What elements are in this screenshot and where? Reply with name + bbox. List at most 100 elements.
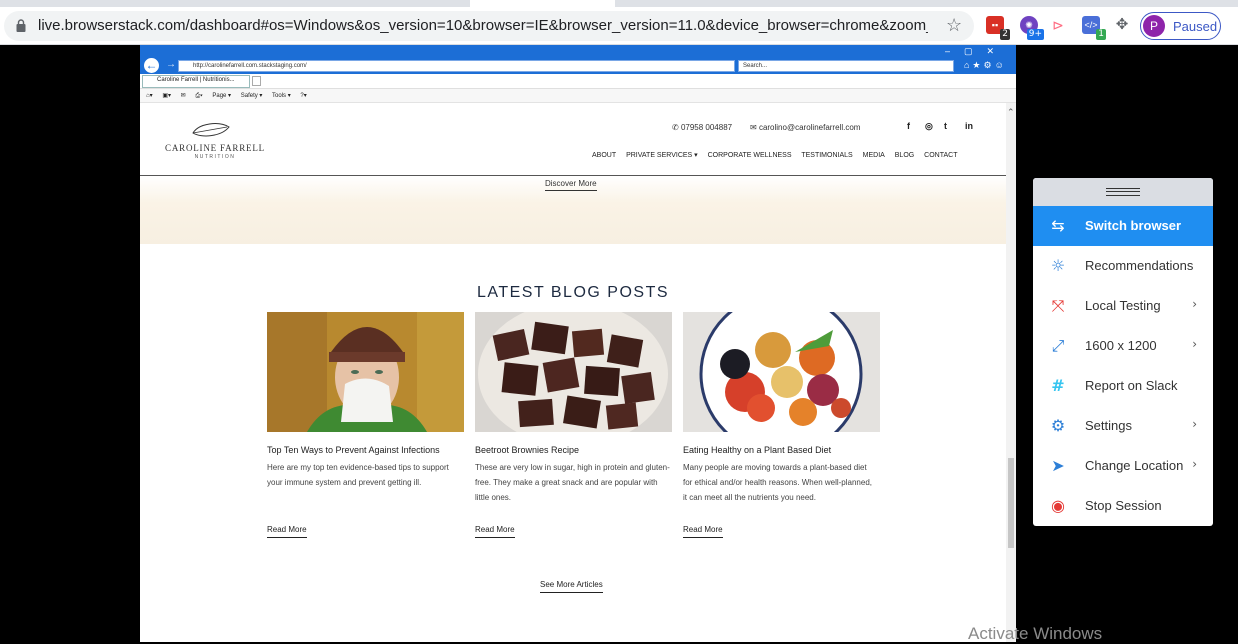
chevron-right-icon: › (1192, 297, 1197, 311)
drag-handle-icon (1106, 188, 1140, 196)
ie-titlebar: –▢✕ ← → http://carolinefarrell.com.stack… (140, 45, 1016, 74)
menu-item-label: Settings (1085, 418, 1132, 433)
nav-about[interactable]: ABOUT (592, 152, 616, 159)
tools-menu[interactable]: Tools ▾ (272, 93, 291, 99)
ie-new-tab-button[interactable] (252, 76, 261, 86)
email-address: carolino@carolinefarrell.com (758, 123, 861, 132)
instagram-icon[interactable]: ◎ (925, 121, 933, 132)
extension-red-icon[interactable]: ▪▪ 2 (986, 16, 1010, 40)
local-testing-button[interactable]: ⤧ Local Testing › (1033, 286, 1213, 326)
location-icon: ➤ (1051, 456, 1065, 475)
chevron-right-icon: › (1192, 417, 1197, 431)
safety-menu[interactable]: Safety ▾ (241, 93, 263, 99)
nav-contact[interactable]: CONTACT (924, 152, 957, 159)
window-controls[interactable]: –▢✕ (945, 46, 1008, 57)
activate-windows-watermark: Activate Windows (968, 624, 1103, 643)
address-bar[interactable]: live.browserstack.com/dashboard#os=Windo… (4, 11, 974, 41)
menu-item-label: Change Location (1085, 458, 1184, 473)
page-menu[interactable]: Page ▾ (212, 93, 231, 99)
print-icon[interactable]: ⎙▾ (195, 93, 202, 99)
menu-item-label: Local Testing (1085, 298, 1161, 313)
menu-item-label: 1600 x 1200 (1085, 338, 1157, 353)
active-tab[interactable] (470, 0, 615, 7)
menu-item-label: Report on Slack (1085, 378, 1178, 393)
forward-arrow-icon[interactable]: → (166, 59, 176, 70)
extension-purple-icon[interactable]: ✺ 9+ (1020, 16, 1044, 40)
slack-icon: # (1051, 376, 1065, 395)
extensions-puzzle-icon[interactable]: ✥ (1113, 16, 1131, 34)
back-arrow-icon[interactable]: ← (144, 58, 159, 73)
extension-badge: 1 (1096, 29, 1106, 40)
nav-testimonials[interactable]: TESTIMONIALS (801, 152, 852, 159)
switch-icon: ⇆ (1051, 216, 1065, 235)
mail-icon[interactable]: ✉ (181, 93, 186, 99)
blog-post-card: Top Ten Ways to Prevent Against Infectio… (267, 312, 464, 538)
post-image-plant-based[interactable] (683, 312, 880, 432)
post-title[interactable]: Eating Healthy on a Plant Based Diet (683, 445, 880, 455)
nav-corporate-wellness[interactable]: CORPORATE WELLNESS (708, 152, 792, 159)
mail-icon: ✉ (750, 123, 759, 132)
twitter-icon[interactable]: t (944, 121, 947, 131)
settings-button[interactable]: ⚙ Settings › (1033, 406, 1213, 446)
read-more-link[interactable]: Read More (267, 525, 307, 538)
ie-tab[interactable]: Caroline Farrell | Nutritionis... (142, 75, 250, 88)
scroll-up-icon[interactable]: ⌃ (1007, 107, 1015, 118)
profile-button[interactable]: P Paused (1140, 12, 1221, 40)
feeds-icon[interactable]: ▣▾ (162, 93, 171, 99)
ie-address-field[interactable]: http://carolinefarrell.com.stackstaging.… (178, 60, 735, 72)
url-text[interactable]: live.browserstack.com/dashboard#os=Windo… (38, 17, 928, 34)
ie-tab-title: Caroline Farrell | Nutritionis... (157, 77, 235, 83)
report-on-slack-button[interactable]: # Report on Slack (1033, 366, 1213, 406)
email-contact[interactable]: ✉ carolino@carolinefarrell.com (750, 123, 860, 132)
leaf-logo-icon (192, 123, 230, 137)
extension-badge: 9+ (1026, 29, 1044, 40)
stop-session-button[interactable]: ◉ Stop Session (1033, 486, 1213, 526)
switch-browser-button[interactable]: ⇆ Switch browser (1033, 206, 1213, 246)
extension-blue-icon[interactable]: </> 1 (1082, 16, 1106, 40)
menu-item-label: Stop Session (1085, 498, 1162, 513)
read-more-link[interactable]: Read More (475, 525, 515, 538)
bulb-icon: ☼ (1050, 256, 1066, 275)
blog-post-card: Beetroot Brownies Recipe These are very … (475, 312, 672, 538)
home-icon[interactable]: ⌂▾ (146, 93, 153, 99)
post-image-brownies[interactable] (475, 312, 672, 432)
extension-pink-icon[interactable]: ⊳ (1049, 16, 1067, 34)
ie-toolbar-icons[interactable]: ⌂★⚙☺ (964, 60, 1007, 71)
read-more-link[interactable]: Read More (683, 525, 723, 538)
nav-private-services[interactable]: PRIVATE SERVICES ▾ (626, 152, 698, 159)
post-title[interactable]: Beetroot Brownies Recipe (475, 445, 672, 455)
site-nav: ABOUT PRIVATE SERVICES ▾ CORPORATE WELLN… (592, 151, 965, 159)
chevron-right-icon: › (1192, 457, 1197, 471)
discover-more-link[interactable]: Discover More (545, 179, 597, 191)
post-image-infections[interactable] (267, 312, 464, 432)
tab-strip (0, 0, 1238, 7)
menu-item-label: Switch browser (1085, 218, 1182, 233)
resolution-button[interactable]: ⤢ 1600 x 1200 › (1033, 326, 1213, 366)
nav-blog[interactable]: BLOG (895, 152, 914, 159)
scrollbar-thumb[interactable] (1008, 458, 1014, 548)
facebook-icon[interactable]: f (907, 121, 910, 131)
see-more-articles-link[interactable]: See More Articles (540, 580, 603, 593)
remote-session-view[interactable]: –▢✕ ← → http://carolinefarrell.com.stack… (140, 45, 1016, 642)
lock-icon[interactable] (16, 19, 26, 32)
nav-media[interactable]: MEDIA (863, 152, 885, 159)
post-excerpt: These are very low in sugar, high in pro… (475, 463, 670, 502)
ie-command-bar: ⌂▾ ▣▾ ✉ ⎙▾ Page ▾ Safety ▾ Tools ▾ ?▾ (140, 89, 1016, 103)
ie-search-field[interactable]: Search... (738, 60, 954, 72)
phone-contact[interactable]: ✆ 07958 004887 (672, 123, 732, 132)
drag-handle[interactable] (1033, 178, 1213, 206)
phone-number: 07958 004887 (680, 123, 733, 132)
site-logo[interactable]: CAROLINE FARRELL NUTRITION (165, 121, 265, 161)
post-title[interactable]: Top Ten Ways to Prevent Against Infectio… (267, 445, 464, 455)
help-icon[interactable]: ?▾ (300, 93, 306, 99)
browser-toolbar: live.browserstack.com/dashboard#os=Windo… (0, 0, 1238, 45)
logo-name: CAROLINE FARRELL (165, 143, 265, 153)
bookmark-star-icon[interactable]: ☆ (946, 15, 962, 36)
extension-badge: 2 (1000, 29, 1010, 40)
page-scrollbar[interactable]: ⌃ (1006, 103, 1016, 642)
recommendations-button[interactable]: ☼ Recommendations (1033, 246, 1213, 286)
change-location-button[interactable]: ➤ Change Location › (1033, 446, 1213, 486)
linkedin-icon[interactable]: in (965, 121, 973, 131)
blog-post-card: Eating Healthy on a Plant Based Diet Man… (683, 312, 880, 538)
post-excerpt: Here are my top ten evidence-based tips … (267, 463, 449, 487)
